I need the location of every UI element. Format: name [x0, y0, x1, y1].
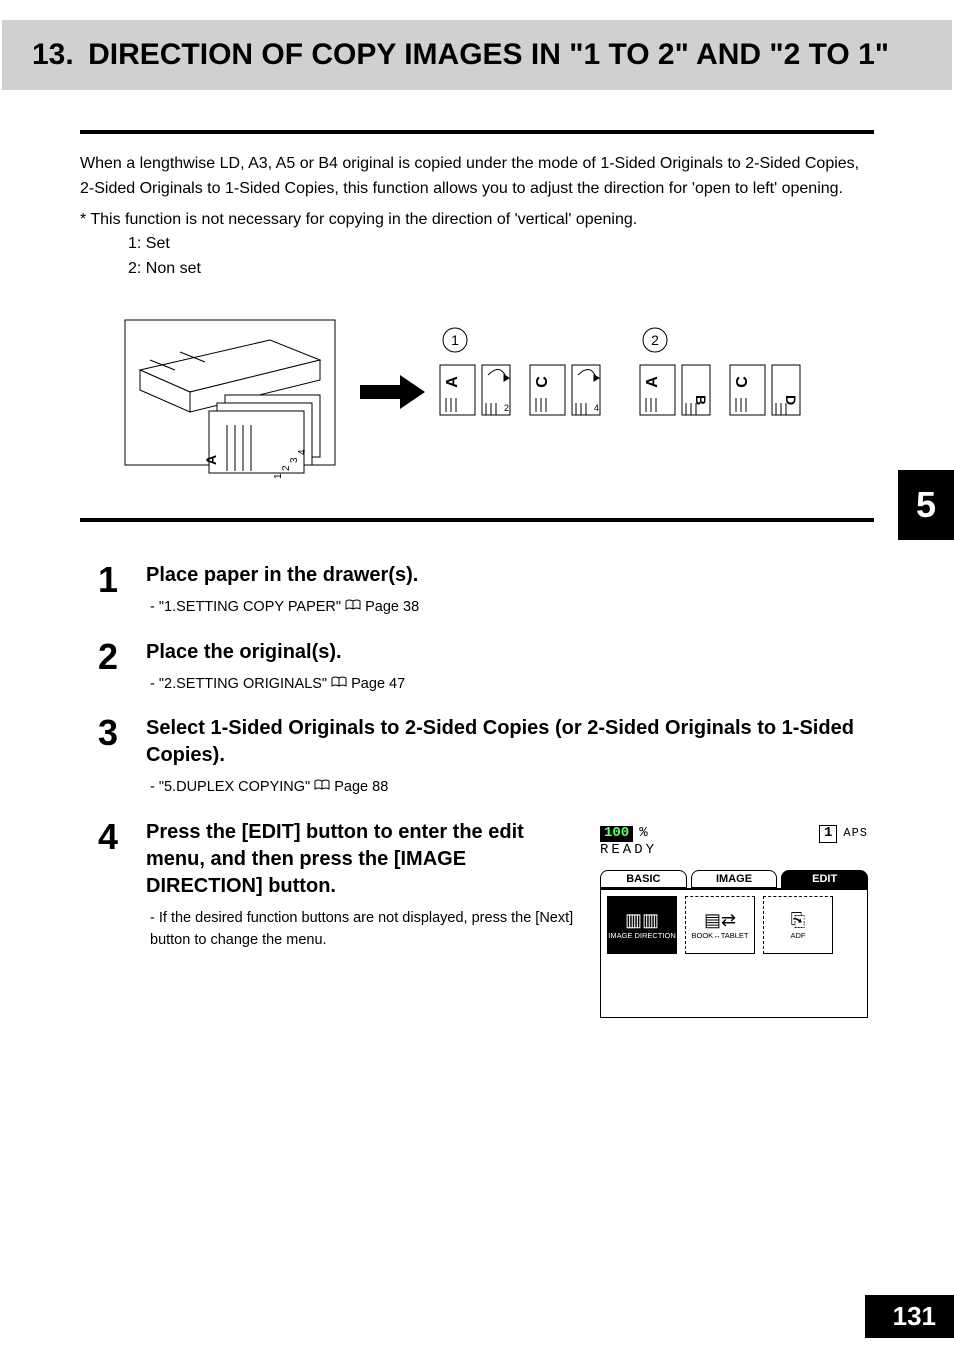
section-title: 13. DIRECTION OF COPY IMAGES IN "1 TO 2"… — [32, 38, 922, 72]
explanatory-diagram: A 4 3 2 1 — [80, 296, 874, 494]
adf-icon: ⎘ — [791, 911, 805, 929]
lcd-zoom-pct: % — [639, 826, 647, 841]
book-icon — [314, 779, 330, 791]
lcd-tab-image[interactable]: IMAGE — [691, 870, 778, 888]
book-icon — [331, 676, 347, 688]
lcd-button-image-direction[interactable]: ▥▥ IMAGE DIRECTION — [607, 896, 677, 954]
note-option-1: 1: Set — [80, 232, 874, 257]
svg-text:1: 1 — [273, 473, 284, 479]
svg-text:A: A — [644, 376, 661, 388]
note-lead: * This function is not necessary for cop… — [80, 208, 874, 233]
lcd-tab-row: BASIC IMAGE EDIT — [600, 870, 868, 888]
book-tablet-icon: ▤⇄ — [704, 911, 736, 929]
svg-text:4: 4 — [594, 403, 599, 413]
lcd-button-book-tablet[interactable]: ▤⇄ BOOK↔TABLET — [685, 896, 755, 954]
book-icon — [345, 599, 361, 611]
step-1-number: 1 — [98, 562, 132, 619]
lcd-copies: 1 — [819, 825, 837, 842]
chapter-tab: 5 — [898, 470, 954, 540]
svg-text:2: 2 — [281, 465, 292, 471]
step-4-note: - If the desired function buttons are no… — [146, 908, 576, 952]
rule-bottom — [80, 518, 874, 522]
step-2-ref: - "2.SETTING ORIGINALS" Page 47 — [146, 674, 874, 696]
svg-text:A: A — [444, 376, 461, 388]
svg-text:C: C — [534, 376, 551, 388]
step-3-number: 3 — [98, 715, 132, 799]
step-4: 4 Press the [EDIT] button to enter the e… — [98, 819, 874, 1024]
svg-text:4: 4 — [297, 449, 308, 455]
lcd-mode: APS — [843, 827, 868, 840]
step-3-ref: - "5.DUPLEX COPYING" Page 88 — [146, 777, 874, 799]
svg-text:2: 2 — [504, 403, 509, 413]
image-direction-icon: ▥▥ — [625, 911, 659, 929]
page-number: 131 — [865, 1295, 954, 1338]
step-2: 2 Place the original(s). - "2.SETTING OR… — [98, 639, 874, 696]
step-1: 1 Place paper in the drawer(s). - "1.SET… — [98, 562, 874, 619]
lcd-tab-edit[interactable]: EDIT — [781, 870, 868, 888]
svg-text:2: 2 — [651, 332, 659, 348]
section-number: 13. — [32, 38, 74, 71]
section-title-text: DIRECTION OF COPY IMAGES IN "1 TO 2" AND… — [88, 38, 889, 71]
svg-text:3: 3 — [289, 457, 300, 463]
svg-text:1: 1 — [451, 332, 459, 348]
step-1-title: Place paper in the drawer(s). — [146, 562, 874, 589]
step-2-title: Place the original(s). — [146, 639, 874, 666]
step-4-title: Press the [EDIT] button to enter the edi… — [146, 819, 576, 900]
lcd-body: ▥▥ IMAGE DIRECTION ▤⇄ BOOK↔TABLET ⎘ ADF — [600, 888, 868, 1018]
lcd-zoom-value: 100 — [600, 826, 633, 841]
step-2-number: 2 — [98, 639, 132, 696]
step-3-title: Select 1-Sided Originals to 2-Sided Copi… — [146, 715, 874, 769]
svg-text:D: D — [783, 395, 799, 405]
lcd-button-adf[interactable]: ⎘ ADF — [763, 896, 833, 954]
svg-text:B: B — [693, 395, 709, 405]
step-1-ref: - "1.SETTING COPY PAPER" Page 38 — [146, 597, 874, 619]
step-4-number: 4 — [98, 819, 132, 1024]
lcd-panel: 100 % 1 APS READY BASIC IMAGE EDIT — [594, 819, 874, 1024]
intro-paragraph: When a lengthwise LD, A3, A5 or B4 origi… — [80, 152, 874, 202]
lcd-tab-basic[interactable]: BASIC — [600, 870, 687, 888]
svg-text:A: A — [203, 455, 219, 465]
note-option-2: 2: Non set — [80, 257, 874, 282]
section-header: 13. DIRECTION OF COPY IMAGES IN "1 TO 2"… — [2, 20, 952, 90]
lcd-status-text: READY — [600, 843, 868, 858]
step-3: 3 Select 1-Sided Originals to 2-Sided Co… — [98, 715, 874, 799]
rule-top — [80, 130, 874, 134]
lcd-status-row: 100 % 1 APS READY — [600, 825, 868, 858]
svg-text:C: C — [734, 376, 751, 388]
